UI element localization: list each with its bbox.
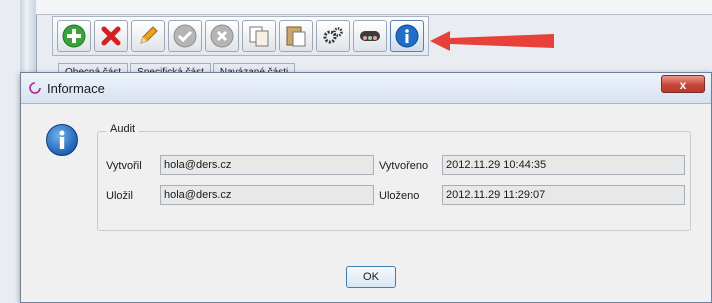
vytvoril-field[interactable]: hola@ders.cz	[160, 155, 374, 175]
paste-icon	[286, 26, 306, 47]
confirm-button[interactable]	[168, 20, 202, 52]
cancel-button[interactable]	[205, 20, 239, 52]
check-icon	[173, 24, 197, 48]
gears-icon	[323, 27, 343, 44]
pencil-icon	[140, 26, 158, 44]
window-frame-top	[36, 0, 712, 15]
ulozeno-label: Uloženo	[379, 190, 420, 202]
vytvoreno-label: Vytvořeno	[379, 160, 429, 172]
plus-icon	[62, 24, 86, 48]
users-icon	[360, 31, 380, 41]
ulozil-field[interactable]: hola@ders.cz	[160, 185, 374, 205]
ulozeno-field[interactable]: 2012.11.29 11:29:07	[442, 185, 685, 205]
paste-button[interactable]	[279, 20, 313, 52]
edit-button[interactable]	[131, 20, 165, 52]
dialog-title: Informace	[47, 81, 105, 96]
audit-group	[97, 131, 691, 231]
ok-button[interactable]: OK	[346, 266, 396, 288]
toolbar	[52, 16, 429, 56]
info-icon	[46, 124, 78, 156]
info-button[interactable]	[390, 20, 424, 52]
users-button[interactable]	[353, 20, 387, 52]
ulozil-label: Uložil	[106, 190, 133, 202]
close-button[interactable]: x	[661, 75, 705, 93]
delete-x-icon	[101, 26, 121, 46]
copy-button[interactable]	[242, 20, 276, 52]
red-arrow-annotation	[430, 31, 554, 51]
add-button[interactable]	[57, 20, 91, 52]
delete-button[interactable]	[94, 20, 128, 52]
copy-icon	[249, 26, 269, 47]
app-logo-icon	[29, 82, 41, 94]
info-dialog: Informace x Audit Vytvořil hola@ders.cz …	[20, 72, 712, 303]
cancel-icon	[210, 24, 234, 48]
dialog-titlebar[interactable]: Informace x	[21, 73, 711, 104]
vytvoril-label: Vytvořil	[106, 160, 142, 172]
settings-button[interactable]	[316, 20, 350, 52]
info-icon	[395, 24, 419, 48]
vytvoreno-field[interactable]: 2012.11.29 10:44:35	[442, 155, 685, 175]
audit-group-title: Audit	[106, 123, 140, 135]
